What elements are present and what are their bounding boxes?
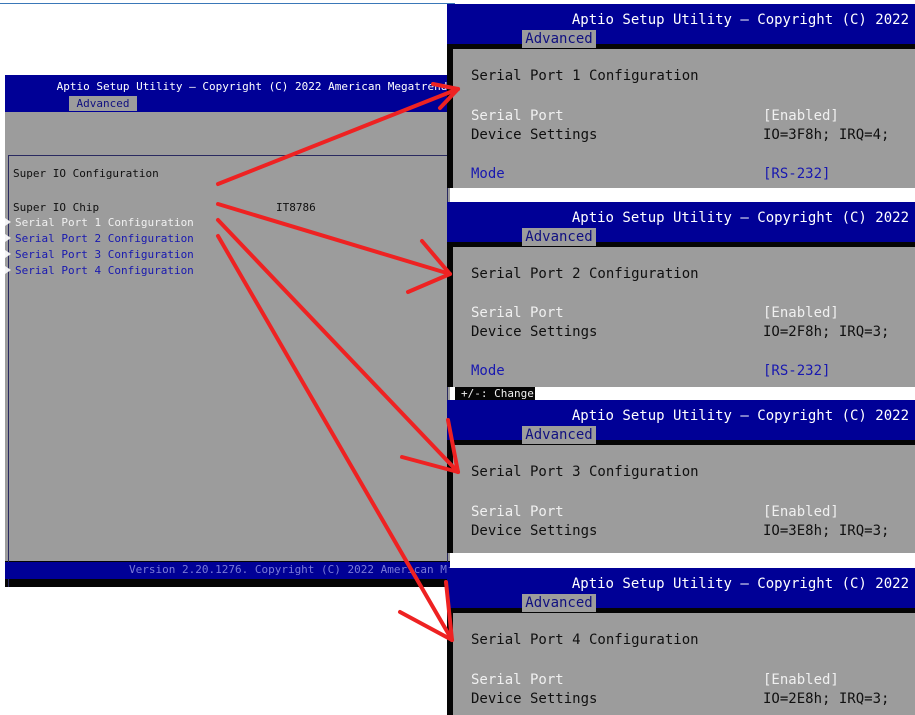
device-settings-label: Device Settings [471,127,598,143]
submenu-arrow-icon [5,234,11,242]
page-title: Serial Port 1 Configuration [471,68,699,84]
menu-item-label: Serial Port 2 Configuration [15,232,194,245]
menu-item-serial-port-1[interactable]: Serial Port 1 Configuration [5,216,194,229]
bios-title: Aptio Setup Utility – Copyright (C) 2022 [571,210,909,226]
submenu-arrow-icon [5,266,11,274]
bios-title: Aptio Setup Utility – Copyright (C) 2022… [56,80,450,93]
serial-port-4-screen: Aptio Setup Utility – Copyright (C) 2022… [447,568,915,715]
serial-port-label: Serial Port [471,504,564,520]
title-bar: Aptio Setup Utility – Copyright (C) 2022… [447,4,915,48]
tab-advanced[interactable]: Advanced [522,594,596,612]
serial-port-label: Serial Port [471,305,564,321]
bios-title: Aptio Setup Utility – Copyright (C) 2022 [571,12,909,28]
menu-item-label: Serial Port 4 Configuration [15,264,194,277]
device-settings-value: IO=3F8h; IRQ=4; [763,127,890,143]
mode-label: Mode [471,363,505,379]
serial-port-value[interactable]: [Enabled] [763,305,839,321]
super-io-chip-value: IT8786 [276,201,316,214]
help-strip: +/-: Change [455,387,535,400]
title-bar: Aptio Setup Utility – Copyright (C) 2022… [447,400,915,444]
menu-item-serial-port-2[interactable]: Serial Port 2 Configuration [5,232,194,245]
tab-advanced[interactable]: Advanced [69,96,137,111]
device-settings-value: IO=2F8h; IRQ=3; [763,324,890,340]
setup-panel: Super IO Configuration Super IO Chip IT8… [5,112,450,587]
serial-port-1-screen: Aptio Setup Utility – Copyright (C) 2022… [447,4,915,188]
change-help-text: +/-: Change [461,387,534,400]
version-text: Version 2.20.1276. Copyright (C) 2022 Am… [129,563,450,576]
device-settings-label: Device Settings [471,691,598,707]
title-bar: Aptio Setup Utility – Copyright (C) 2022… [447,202,915,246]
page-title: Super IO Configuration [13,167,159,180]
tab-advanced[interactable]: Advanced [522,426,596,444]
serial-port-value[interactable]: [Enabled] [763,108,839,124]
setup-panel: Serial Port 1 Configuration Serial Port … [453,49,915,188]
menu-item-label: Serial Port 3 Configuration [15,248,194,261]
title-bar: Aptio Setup Utility – Copyright (C) 2022… [5,75,450,112]
version-footer: Version 2.20.1276. Copyright (C) 2022 Am… [5,562,450,579]
setup-panel: Serial Port 3 Configuration Serial Port … [453,445,915,553]
bios-title: Aptio Setup Utility – Copyright (C) 2022 [571,576,909,592]
device-settings-value: IO=2E8h; IRQ=3; [763,691,890,707]
page-title: Serial Port 4 Configuration [471,632,699,648]
menu-item-serial-port-3[interactable]: Serial Port 3 Configuration [5,248,194,261]
serial-port-3-screen: Aptio Setup Utility – Copyright (C) 2022… [447,400,915,553]
top-divider-line [0,3,455,4]
submenu-arrow-icon [5,250,11,258]
tab-advanced[interactable]: Advanced [522,30,596,48]
serial-port-2-screen: Aptio Setup Utility – Copyright (C) 2022… [447,202,915,387]
mode-value[interactable]: [RS-232] [763,166,830,182]
mode-value[interactable]: [RS-232] [763,363,830,379]
bios-title: Aptio Setup Utility – Copyright (C) 2022 [571,408,909,424]
serial-port-label: Serial Port [471,108,564,124]
serial-port-value[interactable]: [Enabled] [763,672,839,688]
device-settings-label: Device Settings [471,523,598,539]
super-io-chip-label: Super IO Chip [13,201,100,214]
page-title: Serial Port 3 Configuration [471,464,699,480]
mode-label: Mode [471,166,505,182]
page-title: Serial Port 2 Configuration [471,266,699,282]
menu-item-serial-port-4[interactable]: Serial Port 4 Configuration [5,264,194,277]
device-settings-value: IO=3E8h; IRQ=3; [763,523,890,539]
submenu-arrow-icon [5,218,11,226]
setup-panel: Serial Port 4 Configuration Serial Port … [453,613,915,715]
super-io-configuration-screen: Aptio Setup Utility – Copyright (C) 2022… [5,75,450,587]
device-settings-label: Device Settings [471,324,598,340]
title-bar: Aptio Setup Utility – Copyright (C) 2022… [447,568,915,612]
menu-item-label: Serial Port 1 Configuration [15,216,194,229]
tab-advanced[interactable]: Advanced [522,228,596,246]
serial-port-label: Serial Port [471,672,564,688]
serial-port-value[interactable]: [Enabled] [763,504,839,520]
setup-panel: Serial Port 2 Configuration Serial Port … [453,247,915,387]
